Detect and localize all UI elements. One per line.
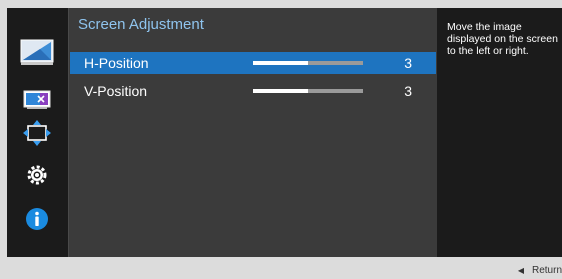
slider-fill	[253, 89, 308, 93]
row-label: H-Position	[84, 55, 149, 71]
setup-icon[interactable]	[20, 160, 54, 190]
h-position-slider[interactable]	[253, 61, 363, 65]
footer-hint: ◀ Return	[518, 261, 562, 279]
panel-title: Screen Adjustment	[78, 16, 204, 33]
menu-icon-bar	[7, 8, 67, 257]
slider-fill	[253, 61, 308, 65]
settings-panel: Screen Adjustment H-Position 3 V-Positio…	[68, 8, 438, 257]
information-icon[interactable]	[20, 204, 54, 234]
picture-icon[interactable]	[20, 38, 54, 68]
size-position-icon[interactable]	[20, 118, 54, 148]
help-text: Move the image displayed on the screen t…	[447, 21, 558, 57]
menu-row-h-position[interactable]: H-Position 3	[70, 52, 436, 74]
return-label[interactable]: Return	[532, 265, 562, 276]
left-triangle-icon: ◀	[517, 265, 524, 275]
help-panel: Move the image displayed on the screen t…	[437, 8, 562, 257]
color-icon[interactable]	[20, 85, 54, 115]
row-value: 3	[404, 55, 412, 71]
row-label: V-Position	[84, 83, 148, 99]
osd-menu: Screen Adjustment H-Position 3 V-Positio…	[7, 8, 562, 257]
v-position-slider[interactable]	[253, 89, 363, 93]
row-value: 3	[404, 83, 412, 99]
menu-row-v-position[interactable]: V-Position 3	[70, 80, 436, 102]
